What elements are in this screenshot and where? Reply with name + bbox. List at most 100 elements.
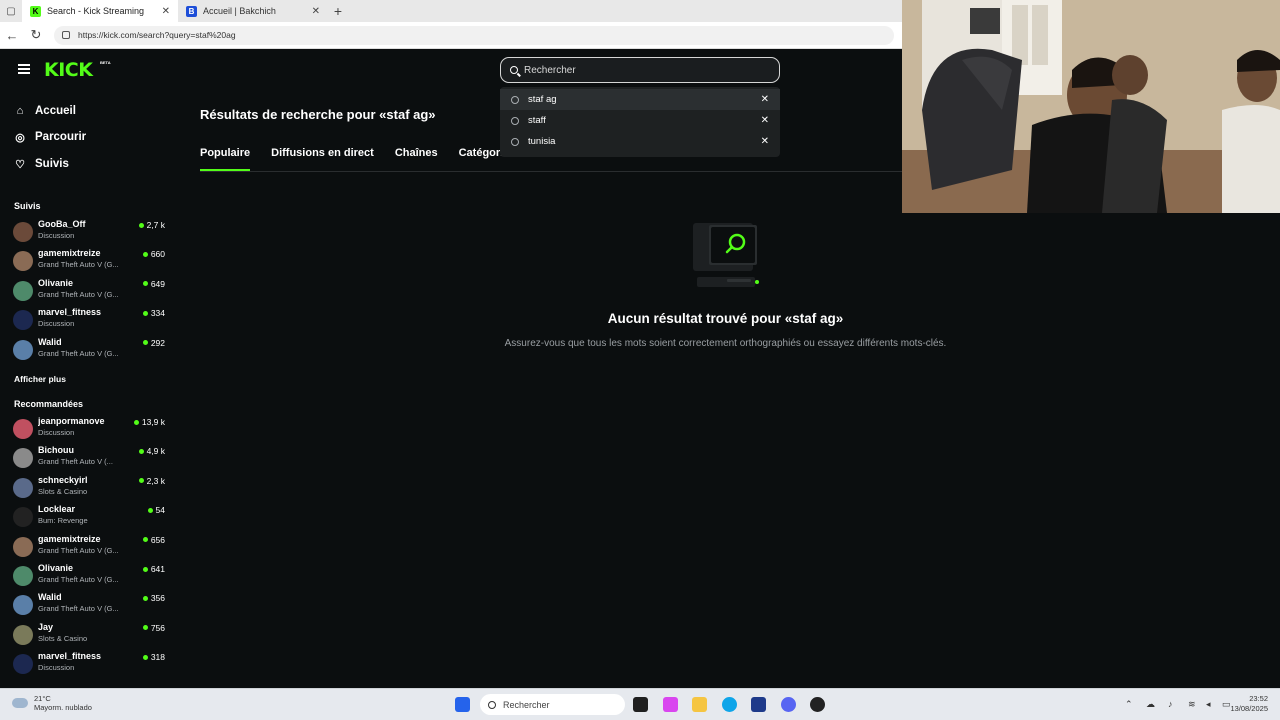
viewer-count-value: 656 (150, 534, 165, 545)
tab-diffusions[interactable]: Diffusions en direct (271, 147, 374, 171)
windows-start-icon[interactable] (455, 697, 470, 712)
channel-category: Discussion (38, 663, 75, 673)
channel-item[interactable]: gamemixtreize Grand Theft Auto V (G... 656 (13, 534, 165, 562)
menu-icon[interactable] (18, 64, 30, 74)
channel-category: Grand Theft Auto V (G... (38, 289, 119, 299)
kick-logo[interactable]: KICK (44, 59, 93, 81)
channel-item[interactable]: Walid Grand Theft Auto V (G... 356 (13, 592, 165, 620)
channel-item[interactable]: Jay Slots & Casino 756 (13, 622, 165, 650)
avatar (13, 507, 33, 528)
channel-category: Grand Theft Auto V (G... (38, 260, 119, 270)
taskbar: 21°C Mayorm. nublado Rechercher ⌃ ☁ ♪ ≋ … (0, 688, 1280, 720)
avatar (13, 419, 33, 439)
history-label: staff (528, 115, 546, 126)
history-item[interactable]: tunisia ✕ (500, 131, 780, 152)
weather-desc: Mayorm. nublado (34, 703, 92, 712)
history-item[interactable]: staf ag ✕ (500, 89, 780, 110)
channel-category: Grand Theft Auto V (G... (38, 604, 119, 614)
reload-button[interactable]: ↻ (24, 27, 48, 43)
viewer-count-value: 2,7 k (146, 220, 165, 230)
search-icon (488, 700, 496, 709)
weather-widget[interactable]: 21°C Mayorm. nublado (12, 694, 92, 712)
show-more-link[interactable]: Afficher plus (14, 374, 66, 384)
avatar (13, 251, 33, 272)
network-icon[interactable]: ☁ (1146, 699, 1156, 709)
search-input[interactable]: Rechercher (500, 57, 780, 83)
tabs-divider (200, 171, 905, 172)
search-history-dropdown: staf ag ✕ staff ✕ tunisia ✕ (500, 87, 780, 157)
nav-label: Accueil (35, 105, 76, 117)
viewer-count-value: 649 (150, 278, 165, 289)
channel-item[interactable]: GooBa_Off Discussion 2,7 k (13, 219, 165, 247)
channel-item[interactable]: jeanpormanove Discussion 13,9 k (13, 416, 165, 444)
viewer-count: 356 (142, 593, 165, 604)
live-dot-icon (147, 507, 153, 513)
browser-tab-bakchich[interactable]: B Accueil | Bakchich ✕ (178, 0, 328, 22)
wifi-icon[interactable]: ≋ (1188, 699, 1198, 709)
browser-tab-kick[interactable]: K Search - Kick Streaming ✕ (22, 0, 178, 22)
lock-icon (62, 31, 70, 39)
remove-history-icon[interactable]: ✕ (761, 115, 769, 126)
window-menu-icon[interactable]: ▢ (0, 0, 22, 22)
history-item[interactable]: staff ✕ (500, 110, 780, 131)
file-explorer-icon[interactable] (692, 697, 707, 712)
mic-icon[interactable]: ♪ (1168, 699, 1178, 709)
viewer-count: 656 (142, 534, 165, 545)
kick-favicon: K (30, 5, 41, 17)
live-dot-icon (142, 251, 148, 257)
discord-icon[interactable] (781, 697, 796, 712)
taskbar-search[interactable]: Rechercher (480, 694, 625, 715)
task-view-icon[interactable] (633, 697, 648, 712)
cloud-icon (12, 698, 28, 708)
url-field[interactable]: https://kick.com/search?query=staf%20ag (54, 25, 894, 45)
channel-item[interactable]: Locklear Bum: Revenge 54 (13, 504, 165, 532)
results-tabs: Populaire Diffusions en direct Chaînes C… (200, 147, 515, 171)
channel-name: GooBa_Off (38, 219, 86, 229)
chevron-up-icon[interactable]: ⌃ (1125, 699, 1135, 709)
live-dot-icon (142, 654, 148, 660)
nav-parcourir[interactable]: ◎ Parcourir (14, 127, 86, 147)
nav-label: Suivis (35, 158, 69, 170)
channel-item[interactable]: marvel_fitness Discussion 318 (13, 651, 165, 679)
close-tab-icon[interactable]: ✕ (162, 6, 170, 17)
store-icon[interactable] (751, 697, 766, 712)
volume-icon[interactable]: ◂ (1206, 699, 1216, 709)
viewer-count-value: 356 (150, 593, 165, 604)
viewer-count-value: 13,9 k (141, 417, 165, 427)
channel-name: gamemixtreize (38, 248, 101, 259)
remove-history-icon[interactable]: ✕ (761, 94, 769, 105)
clock-date: 13/08/2025 (1230, 704, 1268, 713)
edge-icon[interactable] (722, 697, 737, 712)
nav-suivis[interactable]: ♡ Suivis (14, 154, 69, 174)
avatar (13, 222, 33, 242)
viewer-count: 660 (142, 249, 165, 259)
remove-history-icon[interactable]: ✕ (761, 136, 769, 147)
channel-category: Bum: Revenge (38, 516, 88, 526)
viewer-count: 4,9 k (138, 446, 165, 456)
channel-name: Jay (38, 621, 54, 632)
channel-item[interactable]: Olivanie Grand Theft Auto V (G... 649 (13, 278, 165, 306)
viewer-count-value: 2,3 k (146, 475, 165, 486)
channel-item[interactable]: schneckyirl Slots & Casino 2,3 k (13, 475, 165, 503)
channel-name: Walid (38, 592, 62, 603)
empty-search-illustration (693, 223, 759, 287)
channel-name: gamemixtreize (38, 533, 101, 544)
nav-accueil[interactable]: ⌂ Accueil (14, 101, 76, 121)
live-dot-icon (138, 448, 144, 454)
channel-item[interactable]: Bichouu Grand Theft Auto V (... 4,9 k (13, 445, 165, 473)
back-button[interactable]: ← (0, 28, 24, 43)
system-clock[interactable]: 23:52 13/08/2025 (1230, 694, 1268, 714)
copilot-icon[interactable] (663, 697, 678, 712)
app-icon[interactable] (810, 697, 825, 712)
tab-populaire[interactable]: Populaire (200, 147, 251, 171)
close-tab-icon[interactable]: ✕ (312, 6, 320, 17)
weather-temp: 21°C (34, 694, 51, 703)
viewer-count: 2,7 k (138, 220, 165, 230)
channel-category: Grand Theft Auto V (G... (38, 575, 119, 584)
live-dot-icon (142, 281, 148, 287)
history-icon (511, 116, 519, 125)
channel-item[interactable]: gamemixtreize Grand Theft Auto V (G... 660 (13, 248, 165, 276)
channel-item[interactable]: Olivanie Grand Theft Auto V (G... 641 (13, 563, 165, 591)
tab-chaines[interactable]: Chaînes (395, 147, 438, 171)
new-tab-button[interactable]: + (328, 3, 348, 19)
